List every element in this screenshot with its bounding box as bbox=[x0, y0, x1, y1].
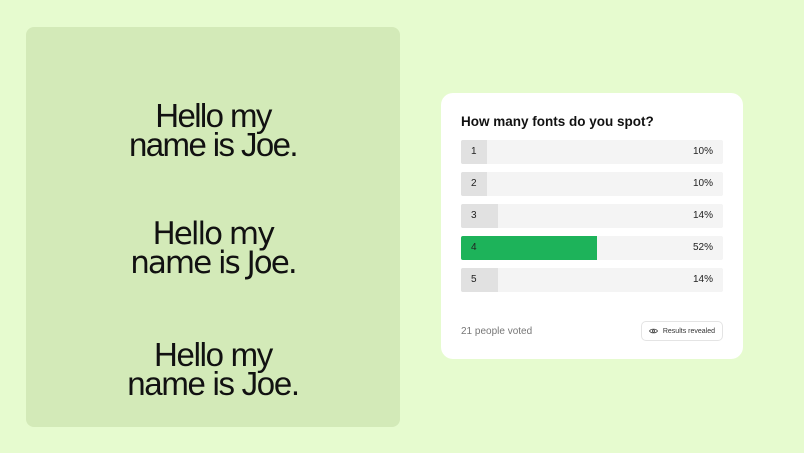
option-label: 5 bbox=[471, 274, 477, 285]
poll-option-4[interactable]: 4 52% bbox=[461, 236, 723, 260]
option-bar-fill bbox=[461, 236, 598, 260]
sample-line: name is Joe. bbox=[130, 245, 297, 281]
results-revealed-label: Results revealed bbox=[662, 327, 715, 335]
poll-option-1[interactable]: 1 10% bbox=[461, 140, 723, 164]
results-revealed-button[interactable]: Results revealed bbox=[640, 321, 723, 341]
font-sample-3: Hello my name is Joe. bbox=[26, 338, 400, 402]
option-label: 3 bbox=[471, 210, 477, 221]
font-sample-1: Hello my name is Joe. bbox=[26, 99, 400, 163]
option-percent: 14% bbox=[692, 274, 713, 285]
option-percent: 14% bbox=[692, 210, 713, 221]
font-samples-panel: Hello my name is Joe. Hello my name is J… bbox=[26, 27, 400, 427]
option-bar-fill bbox=[461, 204, 498, 228]
option-percent: 10% bbox=[692, 146, 713, 157]
option-label: 2 bbox=[471, 178, 477, 189]
poll-question: How many fonts do you spot? bbox=[461, 114, 654, 129]
poll-option-2[interactable]: 2 10% bbox=[461, 172, 723, 196]
option-bar-fill bbox=[461, 268, 498, 292]
votes-count: 21 people voted bbox=[461, 326, 533, 337]
option-label: 4 bbox=[471, 242, 477, 253]
poll-options: 1 10% 2 10% 3 14% 4 52% 5 14% bbox=[461, 140, 723, 300]
sample-line: name is Joe. bbox=[129, 126, 299, 163]
option-label: 1 bbox=[471, 146, 477, 157]
sample-line: name is Joe. bbox=[127, 365, 300, 402]
poll-card: How many fonts do you spot? 1 10% 2 10% … bbox=[441, 93, 743, 359]
poll-option-3[interactable]: 3 14% bbox=[461, 204, 723, 228]
option-percent: 52% bbox=[692, 242, 713, 253]
option-percent: 10% bbox=[692, 178, 713, 189]
poll-option-5[interactable]: 5 14% bbox=[461, 268, 723, 292]
eye-icon bbox=[648, 328, 658, 334]
font-sample-2: Hello my name is Joe. bbox=[26, 219, 400, 281]
